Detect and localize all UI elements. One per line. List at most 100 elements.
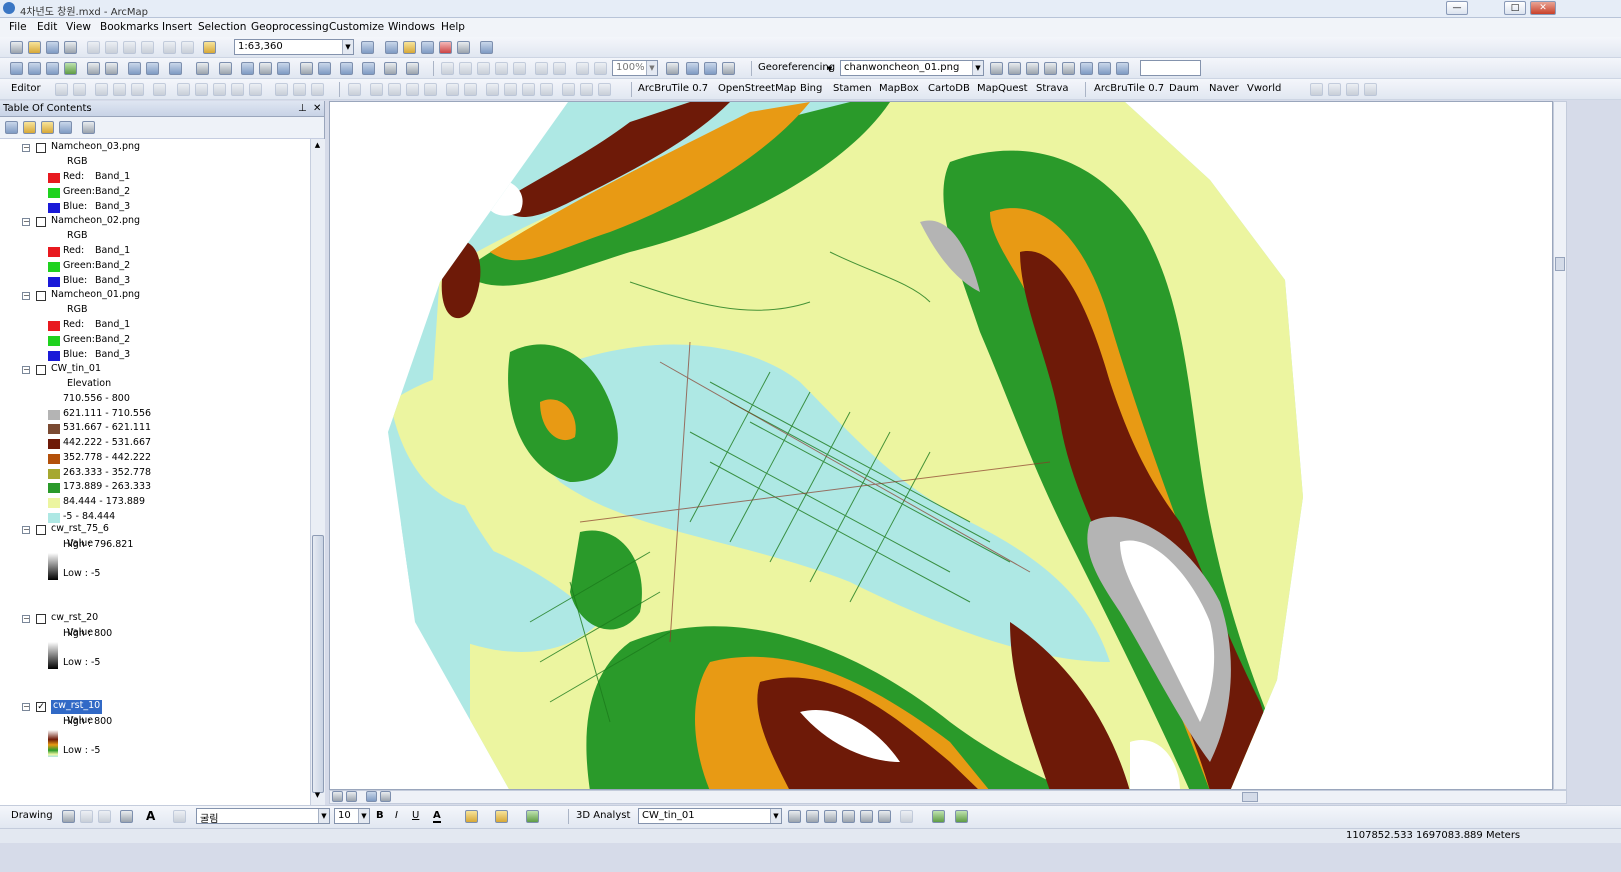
go-to-xy-icon[interactable] xyxy=(362,62,375,75)
chevron-down-icon[interactable]: ▼ xyxy=(318,809,329,823)
rotate-icon[interactable] xyxy=(990,62,1003,75)
reshape-icon[interactable] xyxy=(177,83,190,96)
redo-icon[interactable] xyxy=(181,41,194,54)
shift-icon[interactable] xyxy=(1008,62,1021,75)
italic-button[interactable]: I xyxy=(395,810,398,821)
rubbersheet-icon[interactable] xyxy=(522,83,535,96)
magnifier-icon[interactable] xyxy=(406,62,419,75)
data-view-icon[interactable] xyxy=(346,791,357,802)
layout-zoom-whole-icon[interactable] xyxy=(495,62,508,75)
modify-link-icon[interactable] xyxy=(388,83,401,96)
mapquest-menu[interactable]: MapQuest xyxy=(977,83,1028,94)
edit-vertices-icon[interactable] xyxy=(153,83,166,96)
html-popup-icon[interactable] xyxy=(259,62,272,75)
move-control-points-icon[interactable] xyxy=(1044,62,1057,75)
layer-name[interactable]: cw_rst_75_6 xyxy=(51,523,109,537)
attributes-icon[interactable] xyxy=(249,83,262,96)
hyperlink-icon[interactable] xyxy=(277,62,290,75)
layout-back-icon[interactable] xyxy=(576,62,589,75)
edit-tool-icon[interactable] xyxy=(55,83,68,96)
menu-bookmarks[interactable]: Bookmarks xyxy=(100,21,159,33)
layout-view-icon[interactable] xyxy=(332,791,343,802)
minimize-button[interactable]: — xyxy=(1446,1,1468,15)
layout-pan-icon[interactable] xyxy=(477,62,490,75)
sketch-properties-icon[interactable] xyxy=(275,83,288,96)
collapse-toggle-icon[interactable]: − xyxy=(22,526,30,534)
refresh-icon[interactable] xyxy=(366,791,377,802)
multiple-displacement-icon[interactable] xyxy=(406,83,419,96)
data-driven-pages-icon[interactable] xyxy=(722,62,735,75)
delete-control-point-icon[interactable] xyxy=(1062,62,1075,75)
toolbar-tool-icon[interactable] xyxy=(1328,83,1341,96)
close-button[interactable]: ✕ xyxy=(1530,1,1556,15)
toolbar-tool-icon[interactable] xyxy=(1310,83,1323,96)
layer-visibility-checkbox[interactable] xyxy=(36,291,46,301)
new-identity-link-icon[interactable] xyxy=(424,83,437,96)
map-horizontal-scrollbar[interactable] xyxy=(329,790,1567,804)
clear-selection-icon[interactable] xyxy=(196,62,209,75)
fill-color-icon[interactable] xyxy=(465,810,478,823)
undo-icon[interactable] xyxy=(163,41,176,54)
layer-visibility-checkbox[interactable]: ✓ xyxy=(36,702,46,712)
fixed-zoom-in-icon[interactable] xyxy=(87,62,100,75)
toggle-draft-mode-icon[interactable] xyxy=(666,62,679,75)
underline-button[interactable]: U xyxy=(412,810,419,821)
scale-combo[interactable]: 1:63,360 ▼ xyxy=(234,39,354,55)
map-hscroll-thumb[interactable] xyxy=(1242,792,1258,802)
modelbuilder-icon[interactable] xyxy=(480,41,493,54)
collapse-toggle-icon[interactable]: − xyxy=(22,144,30,152)
close-icon[interactable]: ✕ xyxy=(313,103,321,114)
zoom-to-elements-icon[interactable] xyxy=(98,810,111,823)
toc-scroll-thumb[interactable] xyxy=(312,535,324,793)
arcscene-icon[interactable] xyxy=(932,810,945,823)
layer-visibility-checkbox[interactable] xyxy=(36,614,46,624)
interpolate-polygon-icon[interactable] xyxy=(878,810,891,823)
contrast-icon[interactable] xyxy=(1116,62,1129,75)
arctoolbox-icon[interactable] xyxy=(439,41,452,54)
openstreetmap-menu[interactable]: OpenStreetMap xyxy=(718,83,796,94)
maximize-button[interactable]: □ xyxy=(1504,1,1526,15)
viewer-window-icon[interactable] xyxy=(1098,62,1111,75)
add-control-points-icon[interactable] xyxy=(1026,62,1039,75)
print-icon[interactable] xyxy=(64,41,77,54)
edge-match-icon[interactable] xyxy=(540,83,553,96)
profile-graph-icon[interactable] xyxy=(900,810,913,823)
naver-menu[interactable]: Naver xyxy=(1209,83,1239,94)
select-elements-icon[interactable] xyxy=(62,810,75,823)
layer-name[interactable]: Namcheon_03.png xyxy=(51,141,140,155)
menu-file[interactable]: File xyxy=(9,21,27,33)
add-data-icon[interactable] xyxy=(203,41,216,54)
time-slider-icon[interactable] xyxy=(340,62,353,75)
attribute-transfer-icon[interactable] xyxy=(562,83,575,96)
paste-icon[interactable] xyxy=(123,41,136,54)
editor-toolbar-icon[interactable] xyxy=(361,41,374,54)
menu-help[interactable]: Help xyxy=(441,21,465,33)
find-icon[interactable] xyxy=(300,62,313,75)
pan-icon[interactable] xyxy=(46,62,59,75)
chevron-down-icon[interactable]: ▼ xyxy=(972,61,983,75)
menu-selection[interactable]: Selection xyxy=(198,21,246,33)
vworld-menu[interactable]: Vworld xyxy=(1247,83,1281,94)
new-displacement-link-icon[interactable] xyxy=(370,83,383,96)
layer-visibility-checkbox[interactable] xyxy=(36,143,46,153)
save-icon[interactable] xyxy=(46,41,59,54)
list-by-selection-icon[interactable] xyxy=(59,121,72,134)
interpolate-point-icon[interactable] xyxy=(842,810,855,823)
collapse-toggle-icon[interactable]: − xyxy=(22,703,30,711)
new-document-icon[interactable] xyxy=(10,41,23,54)
collapse-toggle-icon[interactable]: − xyxy=(22,366,30,374)
straight-segment-icon[interactable] xyxy=(95,83,108,96)
layer-name[interactable]: Namcheon_02.png xyxy=(51,215,140,229)
preview-icon[interactable] xyxy=(580,83,593,96)
menu-windows[interactable]: Windows xyxy=(388,21,435,33)
cut-polygons-icon[interactable] xyxy=(195,83,208,96)
layer-name[interactable]: Namcheon_01.png xyxy=(51,289,140,303)
callout-icon[interactable] xyxy=(173,810,186,823)
menu-geoprocessing[interactable]: Geoprocessing xyxy=(251,21,329,33)
create-features-icon[interactable] xyxy=(293,83,306,96)
pause-drawing-icon[interactable] xyxy=(380,791,391,802)
split-icon[interactable] xyxy=(213,83,226,96)
layer-name[interactable]: cw_rst_20 xyxy=(51,612,98,626)
forward-extent-icon[interactable] xyxy=(146,62,159,75)
georef-layer-combo[interactable]: chanwoncheon_01.png ▼ xyxy=(840,60,984,76)
